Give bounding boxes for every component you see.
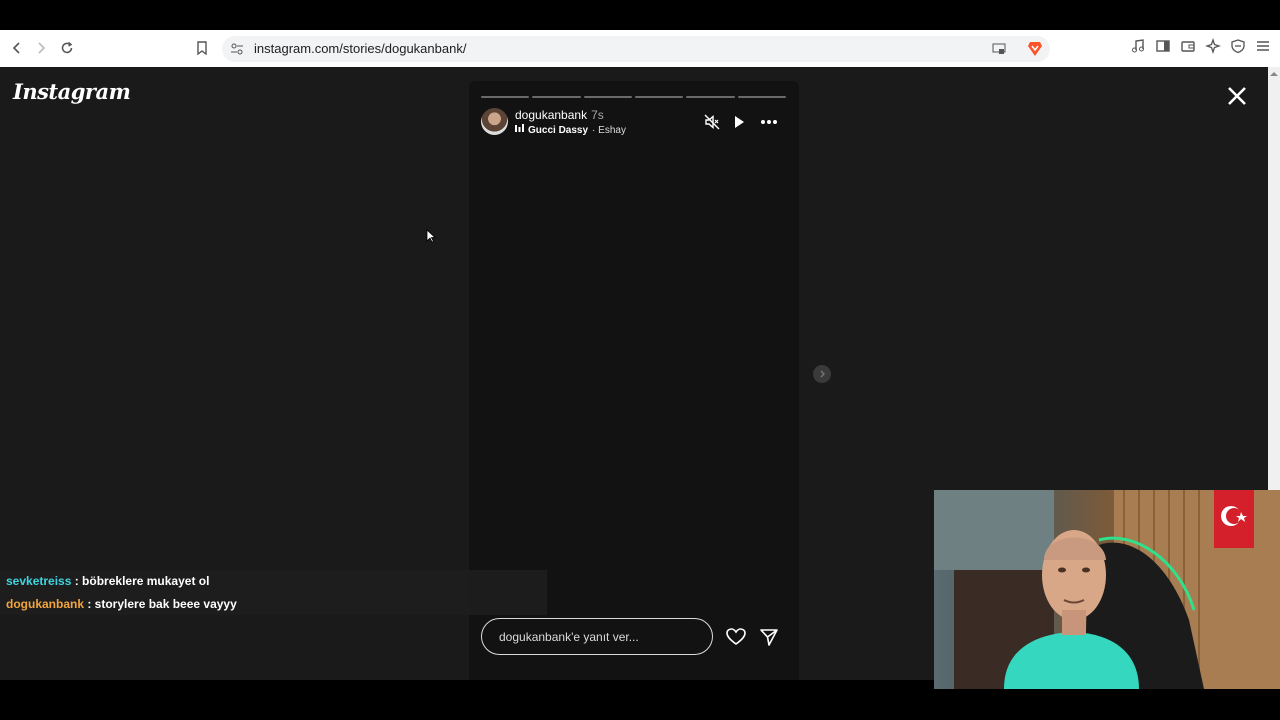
forward-icon[interactable] — [31, 38, 51, 58]
screen-top-bar — [0, 0, 1280, 30]
play-icon[interactable] — [731, 114, 747, 130]
chat-message: sevketreiss : böbreklere mukayet ol — [6, 574, 209, 588]
site-settings-icon[interactable] — [230, 42, 244, 61]
audio-bars-icon — [515, 124, 524, 136]
webcam-overlay — [934, 490, 1280, 689]
chat-username: dogukanbank — [6, 597, 85, 611]
url-text: instagram.com/stories/dogukanbank/ — [254, 41, 467, 56]
story-time: 7s — [591, 108, 604, 122]
story-username[interactable]: dogukanbank — [515, 108, 587, 122]
story-progress-bar — [481, 96, 786, 98]
chat-username: sevketreiss — [6, 574, 72, 588]
chat-message: dogukanbank : storylere bak beee vayyy — [6, 597, 237, 611]
sidebar-icon[interactable] — [1155, 38, 1173, 56]
avatar[interactable] — [481, 108, 508, 135]
story-music[interactable]: Gucci Dassy · Eshay — [515, 124, 626, 136]
progress-segment — [686, 96, 735, 98]
reply-input[interactable]: dogukanbank'e yanıt ver... — [481, 618, 713, 655]
stream-chat-overlay: sevketreiss : böbreklere mukayet ol dogu… — [0, 570, 547, 615]
more-icon[interactable] — [760, 114, 777, 130]
menu-icon[interactable] — [1255, 38, 1273, 56]
back-icon[interactable] — [7, 38, 27, 58]
progress-segment — [532, 96, 581, 98]
progress-segment — [634, 96, 684, 98]
mute-icon[interactable] — [704, 114, 720, 130]
close-icon[interactable] — [1226, 85, 1248, 107]
instagram-logo[interactable]: Instagram — [13, 79, 131, 104]
story-header-user: dogukanbank 7s — [515, 108, 604, 122]
song-artist: Eshay — [598, 124, 626, 136]
next-story-icon[interactable] — [813, 365, 831, 383]
wallet-icon[interactable] — [1180, 38, 1198, 56]
vpn-icon[interactable] — [1230, 38, 1248, 56]
browser-toolbar: instagram.com/stories/dogukanbank/ — [0, 30, 1280, 67]
chat-text: : storylere bak beee vayyy — [84, 597, 237, 611]
share-icon[interactable] — [759, 627, 779, 647]
progress-segment — [737, 96, 786, 98]
media-icon[interactable] — [1130, 38, 1148, 56]
progress-segment — [583, 96, 632, 98]
bookmark-icon[interactable] — [192, 38, 212, 58]
chat-text: : böbreklere mukayet ol — [71, 574, 210, 588]
heart-icon[interactable] — [726, 627, 746, 647]
song-title: Gucci Dassy — [528, 124, 589, 136]
address-bar[interactable]: instagram.com/stories/dogukanbank/ — [222, 36, 1050, 62]
progress-segment — [481, 96, 530, 98]
leo-ai-icon[interactable] — [1204, 37, 1223, 56]
brave-shield-icon[interactable] — [1027, 40, 1043, 62]
cast-icon[interactable] — [991, 41, 1007, 62]
reload-icon[interactable] — [57, 38, 77, 58]
mouse-cursor-icon — [426, 229, 437, 248]
